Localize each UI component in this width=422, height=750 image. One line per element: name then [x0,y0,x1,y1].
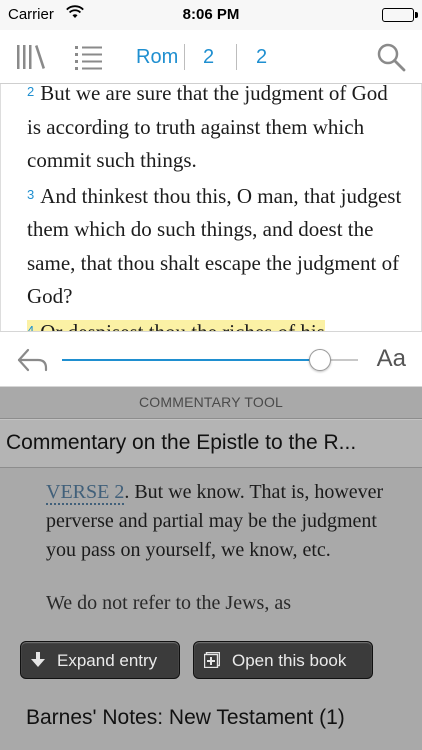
verse: 3 And thinkest thou this, O man, that jud… [1,178,421,314]
reader-toolbar: Rom 2 2 [0,30,422,84]
expand-entry-label: Expand entry [57,651,158,670]
verse-highlighted: 4 Or despisest thou the riches of his [1,314,421,332]
reader-controls: Aa [0,331,422,387]
chapter-selector[interactable]: 2 [203,46,214,69]
divider [184,44,185,70]
battery-icon [382,8,418,22]
commentary-tool-label: COMMENTARY TOOL [138,394,284,410]
search-icon[interactable] [376,42,406,72]
verse-text: And thinkest thou this, O man, that judg… [27,183,402,309]
verse-number[interactable]: 4 [27,323,34,332]
open-book-label: Open this book [232,651,347,670]
commentary-paragraph: VERSE 2. But we know. That is, however p… [46,478,386,565]
divider [236,44,237,70]
commentary-title-bar[interactable]: Commentary on the Epistle to the R... [0,418,422,468]
back-arrow-icon[interactable] [16,346,48,374]
expand-entry-button[interactable]: Expand entry [20,641,180,679]
commentary-source-title[interactable]: Barnes' Notes: New Testament (1) [26,706,345,730]
commentary-paragraph: We do not refer to the Jews, as [46,592,291,614]
list-icon[interactable] [74,44,104,70]
book-icon [203,651,221,669]
bible-text-view[interactable]: 2 But we are sure that the judgment of Go… [0,84,422,331]
progress-fill [62,359,320,361]
font-size-button[interactable]: Aa [377,345,406,373]
open-book-button[interactable]: Open this book [193,641,373,679]
verse-text: Or despisest thou the riches of his [40,320,325,332]
book-selector[interactable]: Rom [136,46,178,69]
library-icon[interactable] [16,44,46,70]
verse-selector[interactable]: 2 [256,46,267,69]
status-bar: Carrier 8:06 PM [0,0,422,30]
verse-text: But we are sure that the judgment of God… [27,84,388,172]
commentary-body[interactable]: VERSE 2. But we know. That is, however p… [46,478,386,634]
down-arrow-icon [31,652,45,668]
commentary-title: Commentary on the Epistle to the R... [6,431,357,454]
clock: 8:06 PM [182,6,240,23]
verse-link[interactable]: VERSE 2 [46,481,125,505]
slider-thumb[interactable] [308,349,331,371]
verse-number[interactable]: 2 [27,84,34,99]
verse: 2 But we are sure that the judgment of Go… [1,84,421,178]
verse-number[interactable]: 3 [27,187,34,202]
